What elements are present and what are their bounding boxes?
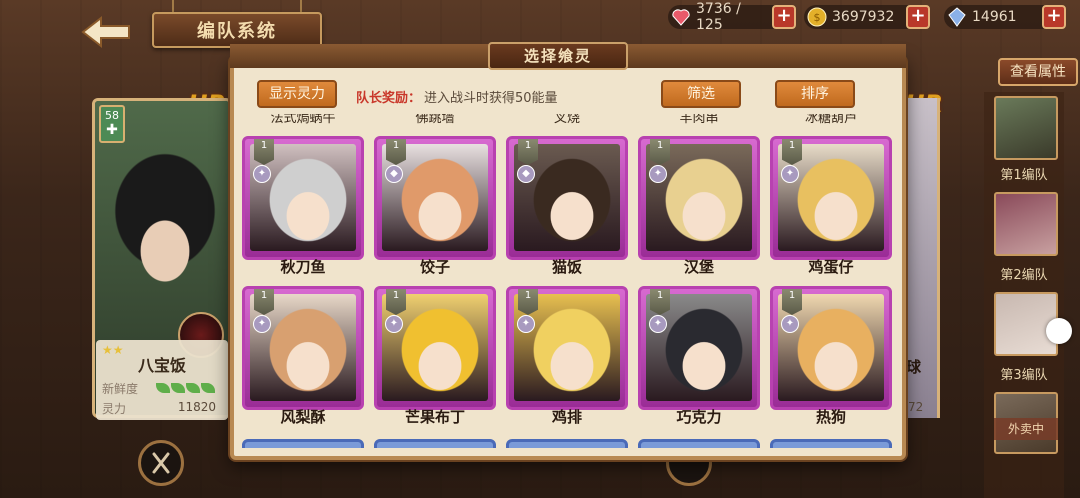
floating-assist-button[interactable] [1046,318,1072,344]
card-level-badge: 1 [386,289,406,315]
character-card[interactable]: 1 ✦ [638,286,760,410]
back-button[interactable] [76,10,136,54]
card-name: 猫饭 [551,258,582,276]
gold-resource: $ 3697932 + [804,5,930,29]
team-2-thumb[interactable] [994,192,1058,256]
peek-name: 佛跳墙 [415,114,455,126]
card-name: 热狗 [815,408,846,426]
peek-name: 叉烧 [553,114,580,126]
card-name: 巧克力 [676,408,722,426]
top-bar: 编队系统 3736 / 125 + $ 3697932 + 14961 + [0,0,1080,49]
add-stamina-button[interactable]: + [772,5,796,29]
card-name: 秋刀鱼 [280,258,326,276]
stamina-resource: 3736 / 125 + [668,1,796,33]
card-level-badge: 1 [650,139,670,165]
character-card[interactable]: 1 ✦ [770,136,892,260]
card-name: 饺子 [419,258,450,276]
gold-value: 3697932 [832,9,895,25]
card-level-badge: 1 [518,139,538,165]
element-icon: ◆ [517,165,535,183]
character-card[interactable]: 1 ✦ [770,286,892,410]
right-character-power: 72 [908,400,924,414]
power-value: 11820 [177,400,216,414]
card-level-badge: 1 [782,139,802,165]
svg-text:$: $ [814,11,821,24]
character-grid: 法式焗蜗牛 佛跳墙 叉烧 羊肉串 冰糖葫芦 1 ✦ 秋刀鱼 1 ◆ 饺子 1 ◆ 猫饭 1 ✦ 汉堡 1… [238,114,900,448]
right-character-name: 球 [906,358,922,376]
leader-bonus-label: 队长奖励： [356,91,422,106]
power-label: 灵力 [102,402,127,416]
character-card[interactable]: 1 ✦ [638,136,760,260]
element-icon: ✦ [649,315,667,333]
plus-icon: ✚ [106,122,118,138]
modal-title: 选择飨灵 [488,42,628,70]
element-icon: ✦ [649,165,667,183]
character-card[interactable]: 1 ✦ [374,286,496,410]
card-level-badge: 1 [386,139,406,165]
card-name: 鸡蛋仔 [808,258,854,276]
heart-icon [670,6,692,28]
element-icon: ✦ [253,165,271,183]
coin-icon: $ [806,6,828,28]
card-name: 芒果布丁 [404,408,465,426]
card-level-badge: 1 [650,289,670,315]
card-level-badge: 1 [254,139,274,165]
crystal-icon [946,6,968,28]
card-level-badge: 1 [254,289,274,315]
view-attributes-button[interactable]: 查看属性 [998,58,1078,86]
element-icon: ✦ [517,315,535,333]
freshness-label: 新鲜度 [102,382,139,396]
gem-resource: 14961 + [944,5,1066,29]
next-row-card [242,439,364,448]
character-name: 八宝饭 [137,356,186,375]
team-1-thumb[interactable] [994,96,1058,160]
element-icon: ✦ [781,315,799,333]
show-power-button[interactable]: 显示灵力 [257,80,337,108]
peek-name: 冰糖葫芦 [804,114,857,126]
leader-bonus-text: 进入战斗时获得50能量 [424,91,558,106]
team-1-label: 第1编队 [1000,168,1048,183]
back-arrow-icon [81,15,130,49]
card-level-badge: 1 [782,289,802,315]
character-card[interactable]: 1 ◆ [374,136,496,260]
level-value: 58 [105,109,119,122]
sold-tag: 外卖中 [994,418,1058,440]
card-name: 风梨酥 [280,408,326,426]
next-row-card [374,439,496,448]
cutlery-button[interactable] [138,440,184,486]
gem-value: 14961 [972,9,1017,25]
peek-name: 羊肉串 [679,114,719,126]
add-gold-button[interactable]: + [906,5,930,29]
character-card[interactable]: 1 ✦ [242,286,364,410]
team-3-label: 第3编队 [1000,368,1048,383]
next-row-card [770,439,892,448]
element-icon: ✦ [385,315,403,333]
character-card[interactable]: 1 ✦ [242,136,364,260]
card-name: 鸡排 [551,408,582,426]
character-card[interactable]: 1 ✦ [506,286,628,410]
fork-knife-icon [152,452,170,474]
next-row-card [638,439,760,448]
team-2-label: 第2编队 [1000,268,1048,283]
freshness-leaves [156,382,216,396]
peek-name: 法式焗蜗牛 [270,114,336,126]
element-icon: ✦ [781,165,799,183]
filter-button[interactable]: 筛选 [661,80,741,108]
left-character-info: ★★ 八宝饭 新鲜度 灵力 11820 [96,340,228,420]
card-level-badge: 1 [518,289,538,315]
card-name: 汉堡 [683,258,714,276]
level-badge: 58 ✚ [99,105,125,143]
sort-button[interactable]: 排序 [775,80,855,108]
stamina-value: 3736 / 125 [696,1,741,33]
element-icon: ◆ [385,165,403,183]
element-icon: ✦ [253,315,271,333]
character-card[interactable]: 1 ◆ [506,136,628,260]
next-row-card [506,439,628,448]
team-list: 第1编队 第2编队 第3编队 外卖中 [984,92,1072,498]
page-title: 编队系统 [152,12,322,48]
add-gem-button[interactable]: + [1042,5,1066,29]
